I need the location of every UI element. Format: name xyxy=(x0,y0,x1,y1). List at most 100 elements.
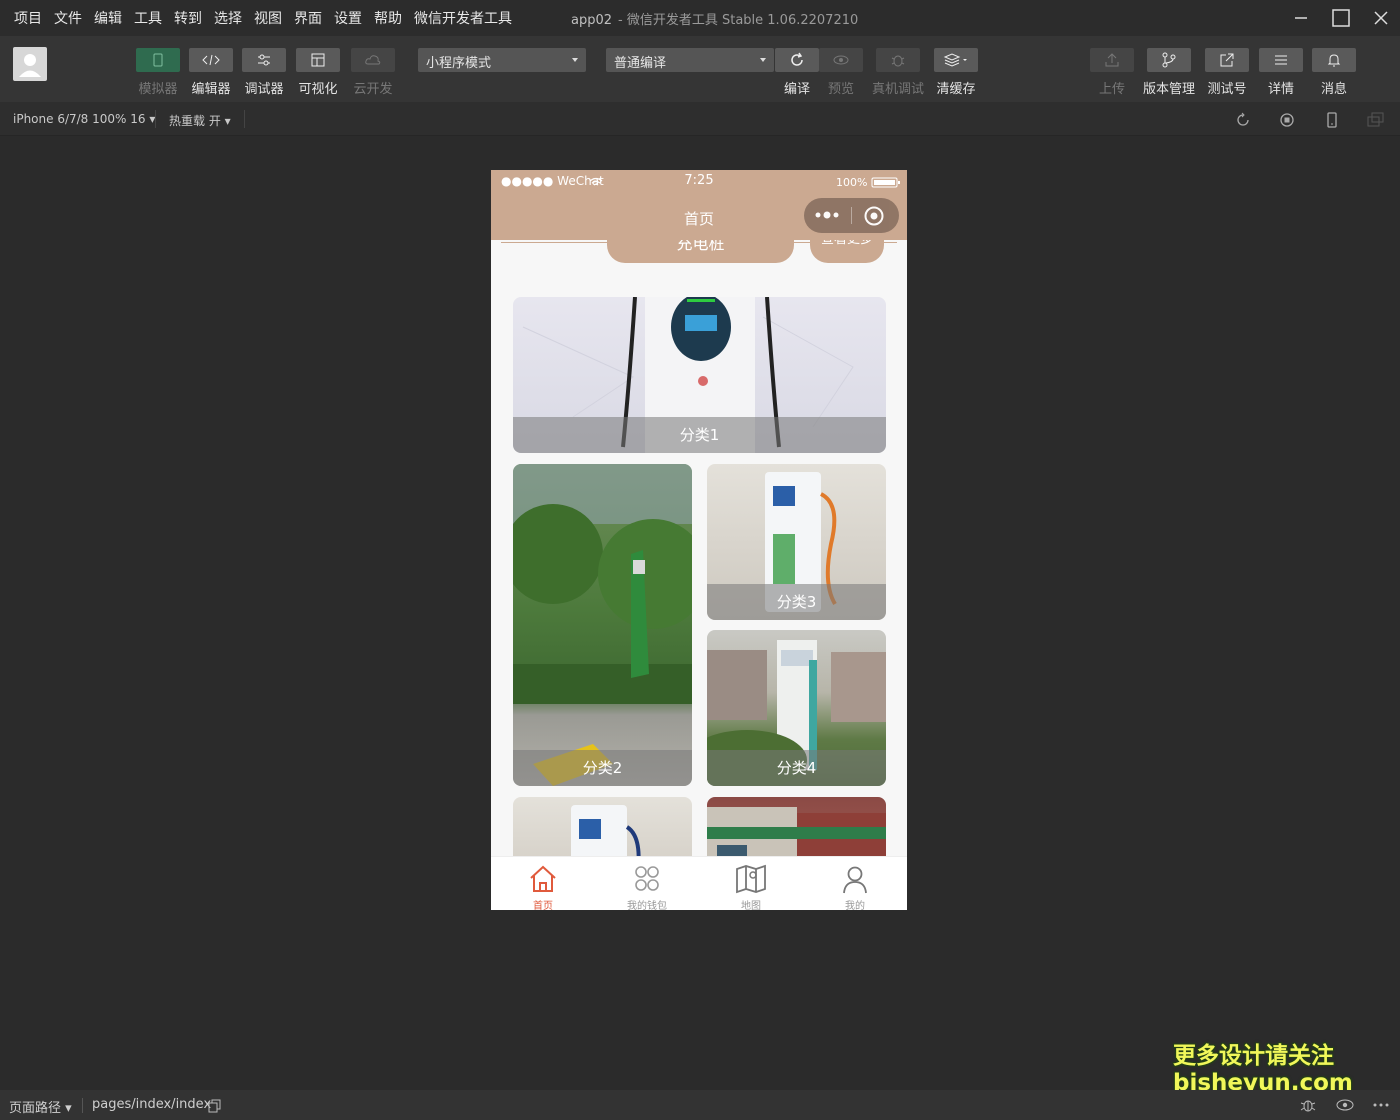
test-account-button[interactable] xyxy=(1205,48,1249,72)
category-card-5[interactable] xyxy=(513,797,692,856)
upload-icon xyxy=(1105,53,1119,67)
toolbar: 模拟器 编辑器 调试器 可视化 云开发 小程序模式 普通编译 编译 预览 真机调… xyxy=(0,36,1400,102)
minimize-icon[interactable] xyxy=(1289,6,1313,30)
tab-mine[interactable]: 我的 xyxy=(803,857,907,910)
category-card-2[interactable]: 分类2 xyxy=(513,464,692,786)
detach-window-icon[interactable] xyxy=(1367,112,1385,128)
layout-icon xyxy=(311,53,325,67)
category-card-3[interactable]: 分类3 xyxy=(707,464,886,620)
tab-map[interactable]: 地图 xyxy=(699,857,803,910)
messages-button[interactable] xyxy=(1312,48,1356,72)
bug-icon[interactable] xyxy=(1298,1097,1318,1113)
charger-image xyxy=(571,805,641,856)
debugger-button[interactable] xyxy=(242,48,286,72)
compile-label: 编译 xyxy=(783,82,811,97)
upload-button[interactable] xyxy=(1090,48,1134,72)
close-miniprogram-icon[interactable] xyxy=(863,205,885,227)
tab-wallet[interactable]: 我的钱包 xyxy=(595,857,699,910)
watermark: 更多设计请关注 bisheyun.com xyxy=(1173,1043,1353,1097)
preview-button[interactable] xyxy=(819,48,863,72)
menu-help[interactable]: 帮助 xyxy=(374,8,402,28)
menu-interface[interactable]: 界面 xyxy=(294,8,322,28)
view-more-button[interactable]: 查看更多 xyxy=(810,240,884,263)
details-button[interactable] xyxy=(1259,48,1303,72)
battery-icon xyxy=(871,177,900,188)
category-card-1[interactable]: 分类1 xyxy=(513,297,886,453)
cloud-label: 云开发 xyxy=(353,82,393,97)
device-select[interactable]: iPhone 6/7/8 100% 16 ▾ xyxy=(13,112,155,126)
layers-icon xyxy=(943,53,967,67)
eye-icon xyxy=(833,55,849,65)
watermark-line-1: 更多设计请关注 xyxy=(1173,1043,1334,1069)
window-title: app02 - 微信开发者工具 Stable 1.06.2207210 xyxy=(571,9,858,28)
user-icon xyxy=(843,866,867,894)
phone-icon[interactable] xyxy=(1324,112,1340,128)
menu-edit[interactable]: 编辑 xyxy=(94,8,122,28)
menu-settings[interactable]: 设置 xyxy=(334,8,362,28)
more-icon[interactable] xyxy=(1372,1098,1390,1112)
divider xyxy=(244,110,245,128)
tab-label: 首页 xyxy=(533,901,553,910)
copy-icon[interactable] xyxy=(208,1099,222,1113)
menu-tools[interactable]: 工具 xyxy=(134,8,162,28)
rotate-icon[interactable] xyxy=(1235,112,1251,128)
maximize-icon[interactable] xyxy=(1329,6,1353,30)
more-icon[interactable] xyxy=(814,209,842,221)
debug-icon xyxy=(258,54,270,66)
app-name: app02 xyxy=(571,13,613,28)
version-label: 版本管理 xyxy=(1142,82,1196,97)
menu-file[interactable]: 文件 xyxy=(54,8,82,28)
page-path-select[interactable]: 页面路径 ▾ xyxy=(9,1097,72,1116)
wallet-icon xyxy=(635,866,659,891)
compile-button[interactable] xyxy=(775,48,819,72)
chevron-down-icon xyxy=(572,58,578,62)
charger-image xyxy=(513,464,692,786)
menu-icon xyxy=(1275,55,1287,65)
close-icon[interactable] xyxy=(1369,6,1393,30)
category-caption: 分类2 xyxy=(513,750,692,786)
details-label: 详情 xyxy=(1267,82,1295,97)
map-icon xyxy=(736,864,766,894)
stop-icon[interactable] xyxy=(1279,112,1295,128)
charge-station-button[interactable]: 充电桩 xyxy=(607,240,794,263)
hot-reload-toggle[interactable]: 热重载 开 ▾ xyxy=(169,112,231,129)
divider xyxy=(82,1098,83,1113)
divider xyxy=(155,110,156,128)
bug-icon xyxy=(891,55,905,67)
editor-button[interactable] xyxy=(189,48,233,72)
category-card-6[interactable] xyxy=(707,797,886,856)
preview-label: 预览 xyxy=(827,82,855,97)
category-card-4[interactable]: 分类4 xyxy=(707,630,886,786)
version-button[interactable] xyxy=(1147,48,1191,72)
clear-cache-button[interactable] xyxy=(934,48,978,72)
window-title-text: - 微信开发者工具 Stable 1.06.2207210 xyxy=(618,13,859,28)
mode-select[interactable]: 小程序模式 xyxy=(418,48,586,72)
simulator-button[interactable] xyxy=(136,48,180,72)
menu-project[interactable]: 项目 xyxy=(14,8,42,28)
editor-label: 编辑器 xyxy=(191,82,231,97)
test-account-label: 测试号 xyxy=(1207,82,1247,97)
tab-label: 我的 xyxy=(845,901,865,910)
category-caption: 分类3 xyxy=(707,584,886,620)
capsule-divider xyxy=(851,207,852,224)
compile-mode-select[interactable]: 普通编译 xyxy=(606,48,774,72)
avatar[interactable] xyxy=(13,47,47,81)
real-debug-button[interactable] xyxy=(876,48,920,72)
visualize-button[interactable] xyxy=(296,48,340,72)
tab-home[interactable]: 首页 xyxy=(491,857,595,910)
chevron-down-icon xyxy=(760,58,766,62)
menu-select[interactable]: 选择 xyxy=(214,8,242,28)
bottom-status-bar: 页面路径 ▾ pages/index/index xyxy=(0,1090,1400,1120)
capsule-menu[interactable] xyxy=(804,198,899,233)
refresh-icon xyxy=(791,52,803,66)
status-bar: ●●●●● WeChat 7:25 100% xyxy=(491,170,907,194)
menu-goto[interactable]: 转到 xyxy=(174,8,202,28)
menu-view[interactable]: 视图 xyxy=(254,8,282,28)
eye-icon[interactable] xyxy=(1335,1098,1355,1112)
cloud-button[interactable] xyxy=(351,48,395,72)
menu-devtools[interactable]: 微信开发者工具 xyxy=(414,8,512,28)
phone-icon xyxy=(153,53,163,67)
simulator-label: 模拟器 xyxy=(138,82,178,97)
page-content: 充电桩 查看更多 分类1 xyxy=(491,240,907,856)
simulator-toolbar: iPhone 6/7/8 100% 16 ▾ 热重载 开 ▾ xyxy=(0,102,1400,136)
